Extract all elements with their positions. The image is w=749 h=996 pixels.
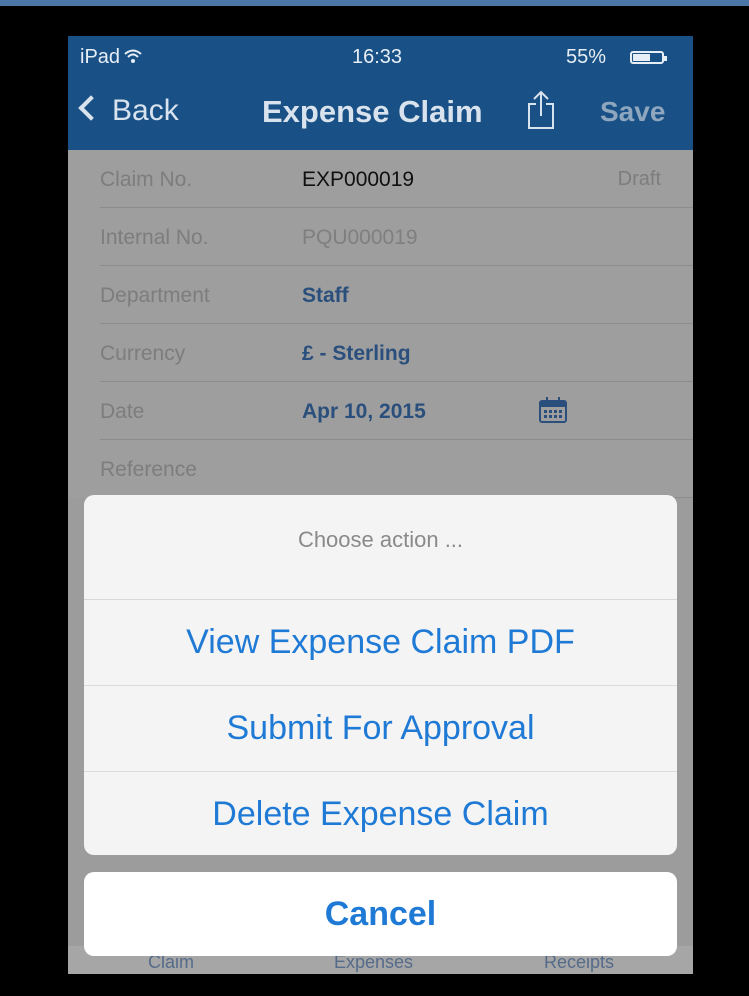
currency-value[interactable]: £ - Sterling [302, 342, 411, 366]
form-row-currency[interactable]: Currency £ - Sterling [100, 324, 693, 382]
department-label: Department [100, 284, 210, 307]
status-bar: iPad 16:33 55% [68, 36, 693, 76]
status-badge: Draft [617, 168, 661, 190]
claim-form: Claim No. EXP000019 Draft Internal No. P… [68, 150, 693, 498]
currency-label: Currency [100, 342, 186, 365]
back-button[interactable]: Back [78, 94, 179, 128]
clock: 16:33 [352, 46, 403, 68]
date-label: Date [100, 400, 145, 423]
internal-no-label: Internal No. [100, 226, 209, 249]
claim-no-value: EXP000019 [302, 168, 415, 191]
page-title: Expense Claim [262, 94, 483, 129]
window-top-edge [0, 0, 749, 6]
navigation-bar: Back Expense Claim Save [68, 76, 693, 150]
action-sheet-title: Choose action ... [84, 495, 677, 600]
submit-for-approval-button[interactable]: Submit For Approval [84, 686, 677, 772]
reference-label: Reference [100, 458, 197, 481]
chevron-left-icon [78, 95, 104, 121]
department-value[interactable]: Staff [302, 284, 349, 308]
battery-percent: 55% [566, 46, 607, 68]
carrier-label: iPad [80, 46, 121, 68]
form-row-date[interactable]: Date Apr 10, 2015 [100, 382, 693, 440]
back-label: Back [112, 94, 179, 127]
battery-icon [630, 51, 667, 64]
ipad-screen: iPad 16:33 55% Back Expense Claim Save C… [68, 36, 693, 974]
form-row-claim-no: Claim No. EXP000019 Draft [100, 150, 693, 208]
internal-no-value: PQU000019 [302, 226, 418, 249]
action-sheet: Choose action ... View Expense Claim PDF… [84, 495, 677, 855]
form-row-department[interactable]: Department Staff [100, 266, 693, 324]
date-value[interactable]: Apr 10, 2015 [302, 400, 426, 424]
wifi-icon [124, 49, 142, 63]
view-pdf-button[interactable]: View Expense Claim PDF [84, 600, 677, 686]
cancel-button[interactable]: Cancel [84, 872, 677, 956]
claim-no-label: Claim No. [100, 168, 193, 191]
save-button[interactable]: Save [600, 96, 665, 128]
calendar-icon[interactable] [538, 396, 568, 424]
form-row-reference[interactable]: Reference [100, 440, 693, 498]
delete-claim-button[interactable]: Delete Expense Claim [84, 772, 677, 855]
form-row-internal-no: Internal No. PQU000019 [100, 208, 693, 266]
share-icon[interactable] [526, 90, 556, 130]
